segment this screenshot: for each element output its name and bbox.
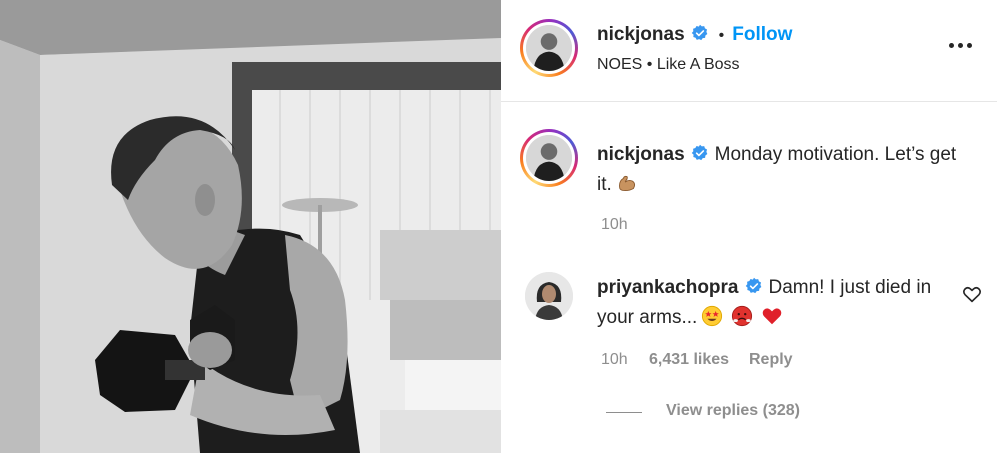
commenter-avatar[interactable] — [525, 272, 573, 320]
caption-author-username[interactable]: nickjonas — [597, 144, 685, 165]
face-with-steam-icon — [731, 305, 753, 327]
comment-likes-count: 6,431 likes — [649, 351, 730, 368]
header-separator: • — [718, 27, 725, 44]
caption-timestamp[interactable]: 10h — [601, 216, 628, 234]
caption-avatar-image — [526, 135, 572, 181]
reply-button[interactable]: Reply — [749, 351, 793, 369]
header-line: nickjonas • Follow — [597, 24, 792, 46]
replies-divider — [606, 412, 642, 413]
flexed-biceps-icon — [616, 172, 638, 194]
more-horizontal-icon[interactable] — [949, 40, 973, 52]
view-replies-button[interactable]: View replies (328) — [666, 402, 800, 420]
verified-badge-icon — [691, 144, 709, 162]
red-heart-icon — [761, 305, 783, 327]
like-comment-heart-icon[interactable] — [962, 285, 982, 303]
verified-badge-icon — [745, 277, 763, 295]
author-avatar-image — [526, 25, 572, 71]
post-header: nickjonas • Follow NOES • Like A Boss — [501, 0, 997, 102]
comment-timestamp[interactable]: 10h — [601, 351, 628, 369]
verified-badge-icon — [691, 24, 709, 42]
star-struck-icon — [701, 305, 723, 327]
comment-body: priyankachopra Damn! I just died in your … — [597, 273, 949, 333]
author-avatar[interactable] — [520, 19, 578, 77]
follow-button[interactable]: Follow — [732, 24, 792, 45]
comment-likes[interactable]: 6,431 likes — [649, 351, 729, 369]
post-location[interactable]: NOES • Like A Boss — [597, 56, 740, 74]
commenter-avatar-image — [525, 272, 573, 320]
caption-author-avatar[interactable] — [520, 129, 578, 187]
workout-photo-image — [0, 0, 501, 453]
post-side-panel: nickjonas • Follow NOES • Like A Boss nick… — [501, 0, 997, 453]
post-photo[interactable] — [0, 0, 501, 453]
author-username[interactable]: nickjonas — [597, 24, 685, 45]
commenter-username[interactable]: priyankachopra — [597, 277, 739, 298]
reply-label: Reply — [749, 351, 793, 368]
post-caption: nickjonas Monday motivation. Let’s get it… — [597, 140, 969, 200]
